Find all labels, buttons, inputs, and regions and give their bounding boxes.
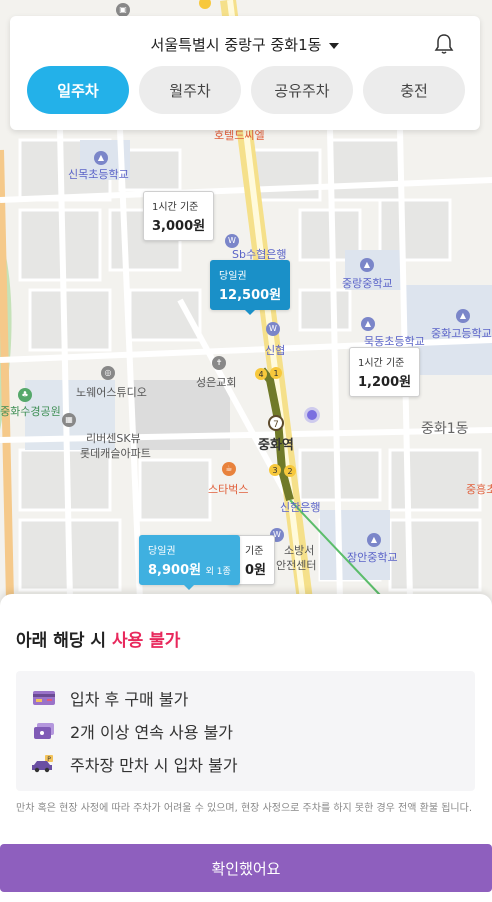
- poi-seongeun: 성은교회: [196, 376, 237, 389]
- bell-icon[interactable]: [434, 33, 454, 55]
- studio-icon: ◎: [101, 366, 115, 380]
- school-icon: ▲: [94, 151, 108, 165]
- price-tag-amount: 1,200원: [358, 375, 412, 390]
- confirm-button[interactable]: 확인했어요: [0, 844, 492, 892]
- svg-text:7: 7: [273, 420, 279, 430]
- location-selector[interactable]: 서울특별시 중랑구 중화1동: [10, 34, 480, 55]
- price-tag-type: 1시간 기준: [152, 202, 199, 213]
- poi-shinhan: 신한은행: [280, 501, 321, 514]
- price-tag[interactable]: 1시간 기준 1,200원: [349, 347, 421, 397]
- poi-sinhyup: 신협: [265, 344, 286, 357]
- location-text: 서울특별시 중랑구 중화1동: [150, 36, 322, 54]
- poi-fire: 소방서: [284, 544, 315, 557]
- school-icon: ▲: [367, 533, 381, 547]
- price-tag[interactable]: 당일권 8,900원 외 1종: [139, 535, 240, 590]
- poi-park: 중화수경공원: [0, 405, 61, 418]
- restriction-label: 2개 이상 연속 사용 불가: [70, 722, 234, 742]
- svg-text:3: 3: [272, 466, 277, 475]
- area-icon: ▣: [116, 3, 130, 17]
- tag-pointer: [244, 309, 257, 315]
- restriction-label: 입차 후 구매 불가: [70, 689, 189, 709]
- parking-type-tabs: 일주차 월주차 공유주차 충전: [27, 66, 465, 114]
- bank-icon: W: [266, 322, 280, 336]
- price-tag-type: 기준: [245, 546, 264, 557]
- sheet-title-highlight: 사용 불가: [111, 631, 181, 651]
- parking-car-icon: P: [32, 754, 53, 772]
- tab-monthly[interactable]: 월주차: [139, 66, 241, 114]
- restriction-item: P 주차장 만차 시 입차 불가: [32, 747, 459, 780]
- price-tag-type: 1시간 기준: [358, 358, 405, 369]
- svg-text:2: 2: [287, 467, 292, 476]
- school-icon: ▲: [360, 258, 374, 272]
- caret-down-icon: [329, 42, 340, 49]
- poi-norwest: 노웨어스튜디오: [76, 386, 147, 399]
- poi-safety: 안전센터: [276, 559, 317, 572]
- restriction-item: 입차 후 구매 불가: [32, 681, 459, 714]
- sheet-title: 아래 해당 시 사용 불가: [16, 626, 180, 651]
- poi-rotte: 롯데캐슬아파트: [80, 447, 151, 460]
- tag-pointer: [183, 584, 196, 590]
- poi-riversen: 리버센SK뷰: [86, 432, 141, 445]
- tab-charging[interactable]: 충전: [363, 66, 465, 114]
- svg-text:1: 1: [273, 369, 278, 378]
- svg-text:P: P: [47, 756, 51, 763]
- park-icon: ♣: [18, 388, 32, 402]
- price-tag-amount: 8,900원: [148, 563, 202, 578]
- poi-junghwa-short: 중흥초: [466, 483, 492, 496]
- price-tag[interactable]: 1시간 기준 3,000원: [143, 191, 215, 241]
- apartment-icon: ▦: [62, 413, 76, 427]
- notice-text: 만차 혹은 현장 사정에 따라 주차가 어려울 수 있으며, 현장 사정으로 주…: [16, 803, 472, 814]
- price-tag-amount: 3,000원: [152, 219, 206, 234]
- church-icon: ✝: [212, 356, 226, 370]
- restriction-item: 2개 이상 연속 사용 불가: [32, 714, 459, 747]
- cafe-icon: ☕: [222, 462, 236, 476]
- price-tag-amount: 0원: [245, 563, 267, 578]
- poi-junglang-mid: 중랑중학교: [342, 277, 393, 290]
- price-tag-type: 당일권: [219, 271, 247, 282]
- poi-junghwa-station: 중화역: [258, 438, 294, 453]
- poi-junghwa-high: 중화고등학교: [431, 327, 492, 340]
- poi-junghwa1: 중화1동: [421, 421, 469, 437]
- price-tag-extra: 외 1종: [205, 567, 231, 577]
- tab-daily[interactable]: 일주차: [27, 66, 129, 114]
- school-icon: ▲: [361, 317, 375, 331]
- restriction-sheet: 아래 해당 시 사용 불가 입차 후 구매 불가 2개 이상 연속 사용 불가 …: [0, 594, 492, 902]
- top-card: 서울특별시 중랑구 중화1동 일주차 월주차 공유주차 충전: [10, 16, 480, 130]
- restriction-label: 주차장 만차 시 입차 불가: [70, 755, 238, 775]
- price-tag-selected[interactable]: 당일권 12,500원: [210, 260, 291, 315]
- svg-text:4: 4: [258, 370, 263, 379]
- poi-starbucks: 스타벅스: [208, 483, 249, 496]
- price-tag-type: 당일권: [148, 546, 176, 557]
- credit-card-icon: [33, 690, 55, 705]
- school-icon: ▲: [456, 309, 470, 323]
- poi-sinmok: 신목초등학교: [68, 168, 129, 181]
- restriction-list: 입차 후 구매 불가 2개 이상 연속 사용 불가 P 주차장 만차 시 입차 …: [16, 671, 475, 791]
- tickets-icon: [34, 722, 54, 739]
- price-tag-amount: 12,500원: [219, 288, 282, 303]
- poi-jangan: 장안중학교: [347, 551, 398, 564]
- sheet-title-prefix: 아래 해당 시: [16, 631, 112, 651]
- tab-shared[interactable]: 공유주차: [251, 66, 353, 114]
